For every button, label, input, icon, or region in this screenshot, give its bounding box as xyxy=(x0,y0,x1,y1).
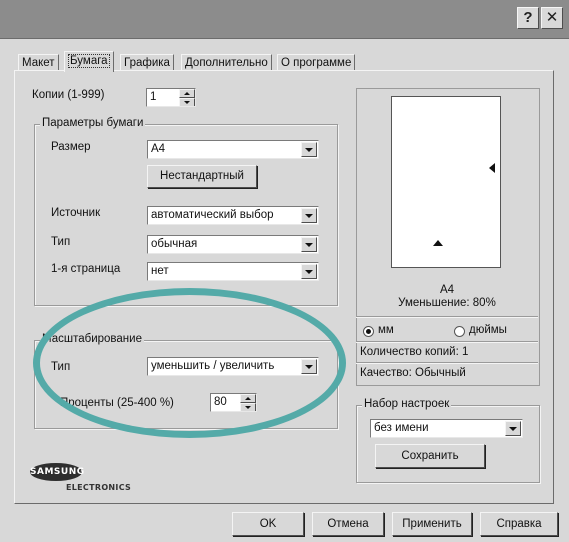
chevron-down-icon[interactable] xyxy=(505,421,521,436)
divider xyxy=(356,341,538,343)
arrow-left-icon xyxy=(489,163,495,173)
chevron-down-icon[interactable] xyxy=(301,237,317,252)
copies-stepper[interactable] xyxy=(179,89,195,106)
help-title-button[interactable]: ? xyxy=(517,7,539,29)
unit-mm-label: мм xyxy=(378,324,394,336)
copies-label: Копии (1-999) xyxy=(32,89,105,101)
spin-down-icon[interactable] xyxy=(240,403,256,411)
unit-mm-radio[interactable] xyxy=(363,326,374,337)
percent-stepper[interactable] xyxy=(240,394,256,411)
type-select[interactable]: обычная xyxy=(147,235,319,254)
tab-advanced[interactable]: Дополнительно xyxy=(181,54,272,71)
percent-label: Проценты (25-400 %) xyxy=(60,397,174,409)
copies-input[interactable]: 1 xyxy=(146,88,196,107)
chevron-down-icon[interactable] xyxy=(301,142,317,157)
percent-value: 80 xyxy=(214,396,227,408)
paper-options-legend: Параметры бумаги xyxy=(40,117,146,129)
quality-info: Качество: Обычный xyxy=(360,367,466,379)
tab-layout[interactable]: Макет xyxy=(18,54,59,71)
divider xyxy=(356,362,538,364)
scaling-legend: Масштабирование xyxy=(40,333,144,345)
copies-value: 1 xyxy=(150,91,157,103)
first-page-select[interactable]: нет xyxy=(147,262,319,281)
size-value: A4 xyxy=(151,143,166,155)
help-button[interactable]: Справка xyxy=(480,512,558,536)
paper-preview xyxy=(391,96,501,268)
type-value: обычная xyxy=(151,238,198,250)
source-value: автоматический выбор xyxy=(151,209,274,221)
ok-button[interactable]: OK xyxy=(232,512,304,536)
first-page-value: нет xyxy=(151,265,169,277)
percent-input[interactable]: 80 xyxy=(210,393,257,412)
chevron-down-icon[interactable] xyxy=(301,359,317,374)
tab-paper-label: Бумага xyxy=(68,54,110,68)
first-page-label: 1-я страница xyxy=(51,263,121,275)
presets-legend: Набор настроек xyxy=(362,398,452,410)
custom-size-button[interactable]: Нестандартный xyxy=(147,165,257,188)
title-bar xyxy=(0,0,569,39)
spin-up-icon[interactable] xyxy=(179,89,195,98)
copies-info: Количество копий: 1 xyxy=(360,346,469,358)
unit-inch-radio[interactable] xyxy=(454,326,465,337)
apply-button[interactable]: Применить xyxy=(392,512,472,536)
source-label: Источник xyxy=(51,207,101,219)
preview-reduction: Уменьшение: 80% xyxy=(398,297,496,309)
size-label: Размер xyxy=(51,141,91,153)
chevron-down-icon[interactable] xyxy=(301,208,317,223)
samsung-logo-sub: ELECTRONICS xyxy=(66,483,132,492)
spin-up-icon[interactable] xyxy=(240,394,256,403)
source-select[interactable]: автоматический выбор xyxy=(147,206,319,225)
close-title-button[interactable]: ✕ xyxy=(541,7,563,29)
size-select[interactable]: A4 xyxy=(147,140,319,159)
type-label: Тип xyxy=(51,236,71,248)
tab-about[interactable]: О программе xyxy=(277,54,356,71)
divider xyxy=(356,316,538,318)
preset-value: без имени xyxy=(374,422,429,434)
spin-down-icon[interactable] xyxy=(179,98,195,106)
scaling-type-label: Тип xyxy=(51,361,71,373)
preset-select[interactable]: без имени xyxy=(370,419,523,438)
tab-graphics[interactable]: Графика xyxy=(120,54,174,71)
tab-paper[interactable]: Бумага xyxy=(64,51,114,72)
chevron-down-icon[interactable] xyxy=(301,264,317,279)
save-preset-button[interactable]: Сохранить xyxy=(375,444,485,468)
scaling-type-value: уменьшить / увеличить xyxy=(151,360,275,372)
unit-inch-label: дюймы xyxy=(469,324,507,336)
scaling-group xyxy=(34,340,338,429)
cancel-button[interactable]: Отмена xyxy=(312,512,384,536)
samsung-logo: SAMSUNG xyxy=(30,463,84,481)
scaling-type-select[interactable]: уменьшить / увеличить xyxy=(147,357,319,376)
preview-paper-size: A4 xyxy=(439,284,455,296)
arrow-up-icon xyxy=(433,240,443,246)
